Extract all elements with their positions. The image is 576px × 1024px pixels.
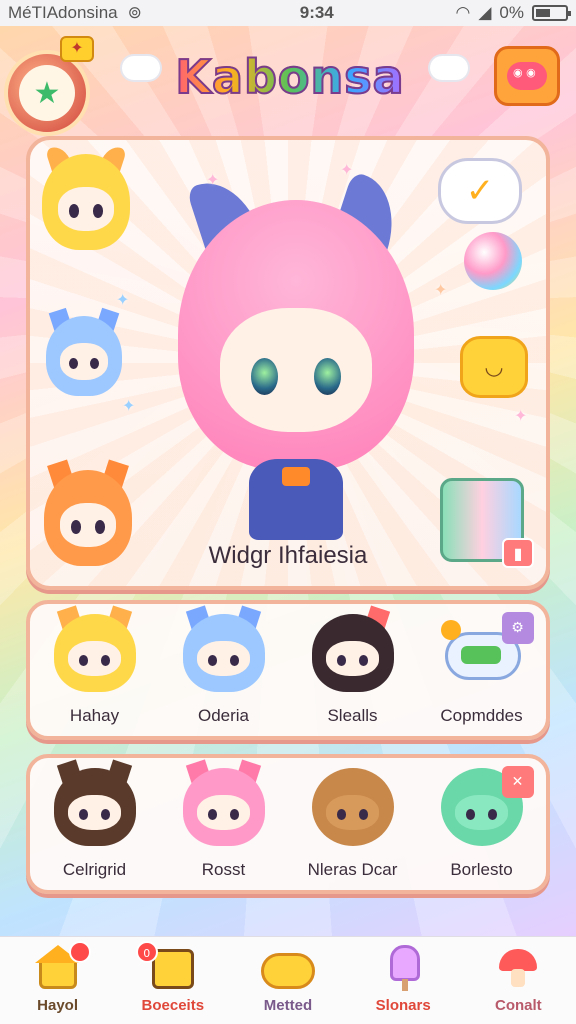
rainbow-orb-icon bbox=[464, 232, 522, 290]
character-card-copmddes[interactable]: ⚙ Copmddes bbox=[422, 612, 542, 732]
character-card-nleras-dcar[interactable]: Nleras Dcar bbox=[293, 768, 413, 886]
battery-percent: 0% bbox=[499, 3, 524, 22]
tab-label: Hayol bbox=[37, 997, 79, 1014]
badge-icon: ✦ bbox=[60, 36, 94, 62]
character-row: Celrigrid Rosst Nleras Dcar ✕ Borlesto bbox=[26, 754, 550, 894]
mushroom-icon bbox=[491, 945, 545, 991]
carrier-label: MéTIAdonsina bbox=[8, 3, 118, 22]
character-name: Copmddes bbox=[440, 706, 523, 725]
battery-icon bbox=[532, 5, 571, 21]
character-portrait bbox=[182, 605, 265, 692]
character-card-oderia[interactable]: Oderia bbox=[164, 605, 284, 732]
face-icon bbox=[507, 62, 547, 90]
checkmark-cloud-icon[interactable]: ✓ bbox=[438, 158, 522, 224]
star-arrow-icon: ★ bbox=[19, 65, 75, 121]
menu-button[interactable]: ★ bbox=[4, 50, 90, 136]
bow-icon bbox=[281, 467, 311, 487]
status-right: ◠ ◢ 0% bbox=[455, 3, 571, 23]
tab-label: Conalt bbox=[495, 997, 542, 1014]
character-portrait bbox=[53, 605, 136, 692]
character-card-hahay[interactable]: Hahay bbox=[35, 605, 155, 732]
signal-icon: ◢ bbox=[478, 3, 492, 22]
sun-icon: ◡ bbox=[460, 336, 528, 398]
popsicle-icon bbox=[376, 945, 430, 991]
character-name: Nleras Dcar bbox=[307, 860, 398, 879]
side-character-blonde[interactable] bbox=[42, 143, 130, 250]
character-name: Borlesto bbox=[450, 860, 513, 879]
character-card-rosst[interactable]: Rosst bbox=[164, 759, 284, 886]
app-title: Kabonsa bbox=[170, 49, 410, 105]
character-row: Hahay Oderia Slealls ⚙ Copmddes bbox=[26, 600, 550, 740]
tab-label: Metted bbox=[263, 997, 313, 1014]
status-left: MéTIAdonsina ⊚ bbox=[8, 3, 238, 23]
character-portrait bbox=[53, 759, 136, 846]
close-badge-icon[interactable]: ✕ bbox=[501, 766, 534, 798]
tab-conalt[interactable]: Conalt bbox=[463, 945, 573, 1023]
character-name: Celrigrid bbox=[62, 860, 127, 879]
main-character[interactable] bbox=[178, 171, 414, 541]
tab-hayol[interactable]: Hayol bbox=[3, 941, 113, 1023]
character-card-celrigrid[interactable]: Celrigrid bbox=[35, 759, 155, 886]
character-menu-button[interactable] bbox=[494, 46, 560, 106]
character-face bbox=[220, 308, 372, 433]
tab-metted[interactable]: Metted bbox=[233, 945, 343, 1023]
status-time: 9:34 bbox=[299, 3, 334, 22]
featured-character-name: Widgr Ihfaiesia bbox=[208, 542, 368, 569]
status-bar: MéTIAdonsina ⊚ 9:34 ◠ ◢ 0% bbox=[0, 0, 576, 26]
character-portrait bbox=[182, 759, 265, 846]
cloud-icon bbox=[430, 56, 468, 80]
character-portrait bbox=[311, 605, 394, 692]
settings-badge-icon[interactable]: ⚙ bbox=[501, 612, 534, 644]
tab-slonars[interactable]: Slonars bbox=[348, 945, 458, 1023]
bottom-tab-bar: Hayol 0 Boeceits Metted Slonars Conalt bbox=[0, 936, 576, 1024]
character-name: Rosst bbox=[201, 860, 246, 879]
featured-character-panel[interactable]: ✓ ◡ ▮ ✦ ✦ ✦ ✦ ✦ ✦ Widgr Ihfaiesia bbox=[26, 136, 550, 590]
character-name: Oderia bbox=[197, 706, 250, 725]
character-portrait bbox=[311, 768, 394, 846]
character-name: Slealls bbox=[327, 706, 378, 725]
side-character-blue[interactable] bbox=[46, 307, 122, 396]
sync-icon: ⊚ bbox=[127, 3, 142, 22]
cloud-icon bbox=[122, 56, 160, 80]
notification-badge: 0 bbox=[135, 941, 158, 963]
character-card-slealls[interactable]: Slealls bbox=[293, 605, 413, 732]
character-name: Hahay bbox=[69, 706, 120, 725]
notification-dot bbox=[68, 941, 91, 963]
tab-label: Boeceits bbox=[141, 997, 205, 1014]
smile-blob-icon bbox=[260, 945, 315, 991]
wifi-icon: ◠ bbox=[455, 3, 471, 22]
header: ★ ✦ Kabonsa bbox=[0, 30, 576, 136]
tab-label: Slonars bbox=[375, 997, 431, 1014]
tab-boeceits[interactable]: 0 Boeceits bbox=[118, 941, 228, 1023]
character-card-borlesto[interactable]: ✕ Borlesto bbox=[422, 766, 542, 886]
